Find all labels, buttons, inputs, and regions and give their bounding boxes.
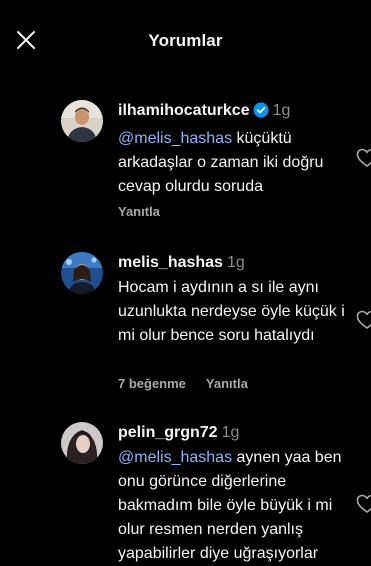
mention-link[interactable]: @melis_hashas xyxy=(118,449,232,466)
comment-body: Hocam i aydının a sı ile aynı uzunlukta … xyxy=(118,279,345,344)
likes-count[interactable]: 7 beğenme xyxy=(118,376,186,391)
comment-text: @melis_hashas küçüktü arkadaşlar o zaman… xyxy=(118,127,353,199)
heart-icon[interactable] xyxy=(356,148,371,168)
comments-header: Yorumlar xyxy=(0,0,371,84)
reply-button[interactable]: Yanıtla xyxy=(118,204,160,219)
comment-time: 1g xyxy=(272,102,291,119)
mention-link[interactable]: @melis_hashas xyxy=(118,130,232,147)
reply-button[interactable]: Yanıtla xyxy=(206,376,248,391)
avatar[interactable] xyxy=(61,100,103,142)
avatar[interactable] xyxy=(61,252,103,294)
comment-actions: Yanıtla xyxy=(118,204,180,219)
comment-text: @melis_hashas aynen yaa ben onu görünce … xyxy=(118,446,353,566)
comment-time: 1g xyxy=(221,424,240,441)
comment-actions: 7 beğenme Yanıtla xyxy=(118,376,268,391)
comment-username[interactable]: ilhamihocaturkce xyxy=(118,102,250,119)
comment-username[interactable]: pelin_grgn72 xyxy=(118,424,218,441)
comment-username[interactable]: melis_hashas xyxy=(118,254,223,271)
avatar[interactable] xyxy=(61,422,103,464)
verified-badge-icon xyxy=(253,102,269,125)
heart-icon[interactable] xyxy=(356,494,371,514)
comment-time: 1g xyxy=(226,254,245,271)
heart-icon[interactable] xyxy=(356,310,371,330)
page-title: Yorumlar xyxy=(148,31,223,50)
